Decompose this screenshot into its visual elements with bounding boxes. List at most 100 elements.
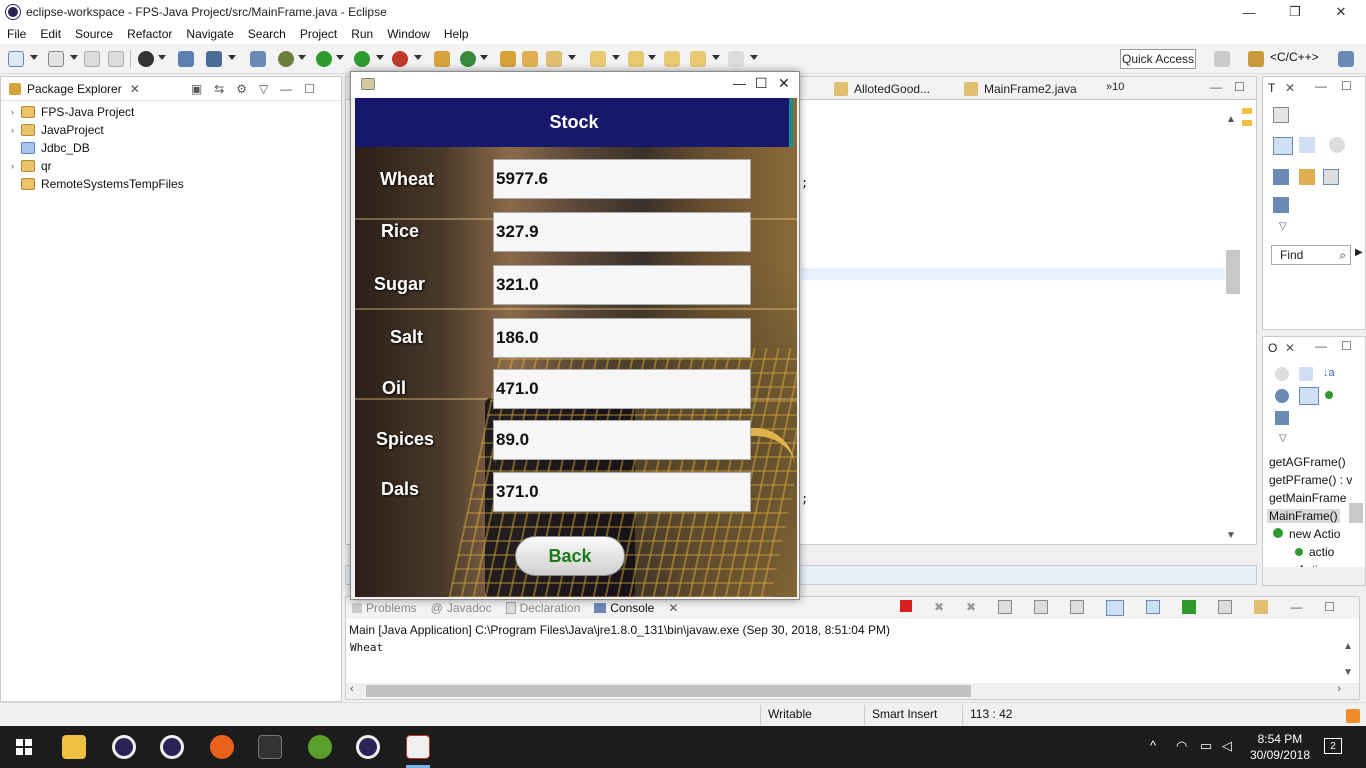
tree-item-jdbc-db[interactable]: Jdbc_DB: [11, 139, 90, 157]
open-task-icon[interactable]: [522, 51, 538, 67]
new-dropdown-icon[interactable]: [30, 55, 38, 60]
minimize-editor-icon[interactable]: —: [1210, 80, 1222, 94]
minimize-view-icon[interactable]: —: [1290, 600, 1302, 616]
back-icon[interactable]: [690, 51, 706, 67]
editor-tab-allotedgood[interactable]: AllotedGood...: [854, 82, 930, 96]
display-selected-console-icon[interactable]: [1218, 600, 1233, 614]
battery-icon[interactable]: ▭: [1200, 738, 1212, 754]
new-java-package-icon[interactable]: [434, 51, 450, 67]
field-spices[interactable]: 89.0: [493, 420, 751, 460]
firefox-icon[interactable]: [210, 735, 234, 759]
scroll-right-icon[interactable]: ›: [1337, 683, 1341, 695]
expand-icon[interactable]: ›: [11, 161, 21, 171]
outline-item[interactable]: getPFrame() : v: [1269, 473, 1352, 487]
collapse-all-icon[interactable]: [1323, 169, 1339, 185]
tab-declaration[interactable]: Declaration: [520, 601, 581, 615]
minimize-window-button[interactable]: —: [1226, 0, 1272, 24]
back-dropdown-icon[interactable]: [712, 55, 720, 60]
close-window-button[interactable]: ✕: [1318, 0, 1364, 24]
coverage-icon[interactable]: [354, 51, 370, 67]
view-menu-icon[interactable]: ▽: [1279, 433, 1287, 444]
editor-tab-mainframe2[interactable]: MainFrame2.java: [984, 82, 1077, 96]
eclipse-taskbar-icon[interactable]: [160, 735, 184, 759]
tree-item-javaproject[interactable]: › JavaProject: [11, 121, 104, 139]
outline-scrollbar[interactable]: [1349, 503, 1363, 523]
menu-search[interactable]: Search: [241, 27, 293, 41]
console-horizontal-scrollbar[interactable]: ‹ ›: [346, 683, 1359, 699]
scrollbar-thumb[interactable]: [366, 685, 971, 697]
menu-source[interactable]: Source: [68, 27, 120, 41]
open-type-icon[interactable]: [500, 51, 516, 67]
show-console-on-output-icon[interactable]: [1106, 600, 1125, 616]
search-icon[interactable]: ⌕: [1339, 248, 1346, 263]
dialog-maximize-button[interactable]: ☐: [755, 75, 768, 92]
close-view-icon[interactable]: ✕: [668, 601, 678, 615]
close-view-icon[interactable]: ✕: [1285, 341, 1295, 355]
outline-item[interactable]: getAGFrame(): [1269, 455, 1346, 469]
filters-icon[interactable]: ⚙: [236, 82, 247, 96]
cpp-perspective-icon[interactable]: [1248, 51, 1264, 67]
minimize-view-icon[interactable]: —: [280, 82, 292, 96]
action-center-icon[interactable]: 2: [1324, 738, 1342, 754]
forward-icon[interactable]: [728, 51, 744, 67]
overview-ruler-marker[interactable]: [1242, 120, 1252, 126]
scroll-up-icon[interactable]: ▲: [1226, 114, 1240, 128]
outline-item[interactable]: new Actio: [1273, 527, 1340, 541]
forward-dropdown-icon[interactable]: [750, 55, 758, 60]
search-dropdown-icon[interactable]: [568, 55, 576, 60]
cpp-perspective-label[interactable]: <C/C++>: [1270, 50, 1319, 64]
search-icon[interactable]: [546, 51, 562, 67]
outline-item[interactable]: actio: [1295, 545, 1334, 559]
find-dropdown-icon[interactable]: ▶: [1355, 247, 1363, 258]
new-java-class-dropdown-icon[interactable]: [480, 55, 488, 60]
menu-run[interactable]: Run: [344, 27, 380, 41]
synchronize-icon[interactable]: [1299, 169, 1315, 185]
close-view-icon[interactable]: ✕: [130, 82, 140, 96]
next-annotation-icon[interactable]: [590, 51, 606, 67]
field-oil[interactable]: 471.0: [493, 369, 751, 409]
utorrent-icon[interactable]: [308, 735, 332, 759]
scheduled-icon[interactable]: [1299, 137, 1315, 153]
maximize-view-icon[interactable]: ☐: [1324, 600, 1335, 616]
scroll-up-icon[interactable]: ▲: [1343, 641, 1353, 652]
field-wheat[interactable]: 5977.6: [493, 159, 751, 199]
next-annotation-dropdown-icon[interactable]: [612, 55, 620, 60]
expand-icon[interactable]: ›: [11, 125, 21, 135]
menu-project[interactable]: Project: [293, 27, 344, 41]
collapse-all-icon[interactable]: [1299, 367, 1313, 381]
menu-file[interactable]: File: [0, 27, 33, 41]
debug-dropdown-icon[interactable]: [298, 55, 306, 60]
coverage-dropdown-icon[interactable]: [376, 55, 384, 60]
java-perspective-icon[interactable]: [1338, 51, 1354, 67]
scroll-lock-icon[interactable]: [1034, 600, 1049, 614]
menu-navigate[interactable]: Navigate: [179, 27, 240, 41]
menu-edit[interactable]: Edit: [33, 27, 68, 41]
find-field[interactable]: Find ⌕: [1271, 245, 1351, 265]
previous-annotation-dropdown-icon[interactable]: [648, 55, 656, 60]
maximize-view-icon[interactable]: ☐: [1341, 79, 1352, 93]
pin-console-icon[interactable]: [1182, 600, 1197, 614]
repository-icon[interactable]: [1273, 197, 1289, 213]
volume-icon[interactable]: ◁: [1222, 738, 1232, 754]
skip-breakpoints-icon[interactable]: [250, 51, 266, 67]
open-console-icon[interactable]: [1254, 600, 1269, 614]
tab-problems[interactable]: Problems: [366, 601, 417, 615]
maximize-window-button[interactable]: ❐: [1272, 0, 1318, 24]
show-hidden-icons-icon[interactable]: ^: [1150, 738, 1156, 753]
debug-icon[interactable]: [278, 51, 294, 67]
editor-vertical-scrollbar[interactable]: [1226, 250, 1240, 294]
overview-ruler-marker[interactable]: [1242, 108, 1252, 114]
menu-window[interactable]: Window: [380, 27, 437, 41]
external-tools-dropdown-icon[interactable]: [414, 55, 422, 60]
run-icon[interactable]: [316, 51, 332, 67]
java-app-icon[interactable]: [406, 735, 430, 759]
outline-item-selected[interactable]: MainFrame(): [1267, 509, 1340, 523]
open-perspective-icon[interactable]: [1214, 51, 1230, 67]
dialog-close-button[interactable]: ✕: [778, 75, 790, 92]
clear-console-icon[interactable]: [998, 600, 1013, 614]
taskbar-clock[interactable]: 8:54 PM 30/09/2018: [1250, 731, 1310, 763]
maximize-view-icon[interactable]: ☐: [304, 82, 315, 96]
hide-fields-icon[interactable]: [1275, 367, 1289, 381]
tab-javadoc[interactable]: Javadoc: [447, 601, 492, 615]
tree-item-remote-systems-temp-files[interactable]: RemoteSystemsTempFiles: [11, 175, 184, 193]
